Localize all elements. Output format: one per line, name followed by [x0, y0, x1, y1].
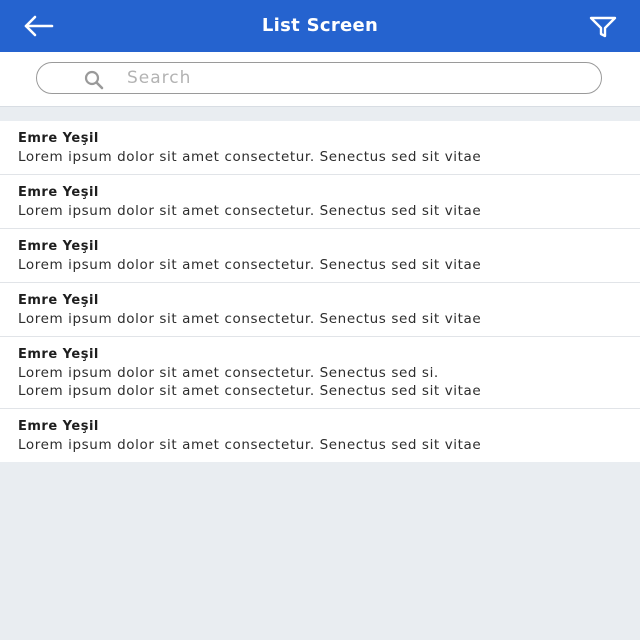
search-box[interactable]	[36, 62, 602, 94]
list-item-description: Lorem ipsum dolor sit amet consectetur. …	[18, 203, 482, 219]
person-list: Emre Yeşil Lorem ipsum dolor sit amet con…	[0, 121, 640, 462]
list-item-name: Emre Yeşil	[18, 293, 99, 308]
list-item-name: Emre Yeşil	[18, 239, 99, 254]
list-item-description: Lorem ipsum dolor sit amet consectetur. …	[18, 311, 482, 327]
list-item-name: Emre Yeşil	[18, 419, 99, 434]
list-item-description: Lorem ipsum dolor sit amet consectetur. …	[18, 437, 482, 453]
search-bar-container	[0, 52, 640, 107]
filter-icon	[589, 16, 617, 38]
list-item[interactable]: Emre Yeşil Lorem ipsum dolor sit amet con…	[0, 121, 640, 175]
list-item[interactable]: Emre Yeşil Lorem ipsum dolor sit amet con…	[0, 229, 640, 283]
list-item[interactable]: Emre Yeşil Lorem ipsum dolor sit amet con…	[0, 283, 640, 337]
list-item-description: Lorem ipsum dolor sit amet consectetur. …	[18, 365, 439, 381]
list-item[interactable]: Emre Yeşil Lorem ipsum dolor sit amet con…	[0, 175, 640, 229]
page-title: List Screen	[261, 15, 379, 36]
app-root: List Screen Emre Yeşil Lorem ipsum dolor …	[0, 0, 640, 640]
search-icon	[84, 70, 104, 90]
list-item[interactable]: Emre Yeşil Lorem ipsum dolor sit amet con…	[0, 409, 640, 462]
list-item-name: Emre Yeşil	[18, 185, 99, 200]
list-item-description: Lorem ipsum dolor sit amet consectetur. …	[18, 149, 482, 165]
list-item-name: Emre Yeşil	[18, 347, 99, 362]
list-item-description: Lorem ipsum dolor sit amet consectetur. …	[18, 257, 482, 273]
top-app-bar: List Screen	[0, 0, 640, 52]
list-item-description: Lorem ipsum dolor sit amet consectetur. …	[18, 383, 482, 399]
list-item-name: Emre Yeşil	[18, 131, 99, 146]
list-item[interactable]: Emre Yeşil Lorem ipsum dolor sit amet con…	[0, 337, 640, 409]
filter-button[interactable]	[588, 14, 618, 40]
search-input[interactable]	[127, 65, 567, 91]
